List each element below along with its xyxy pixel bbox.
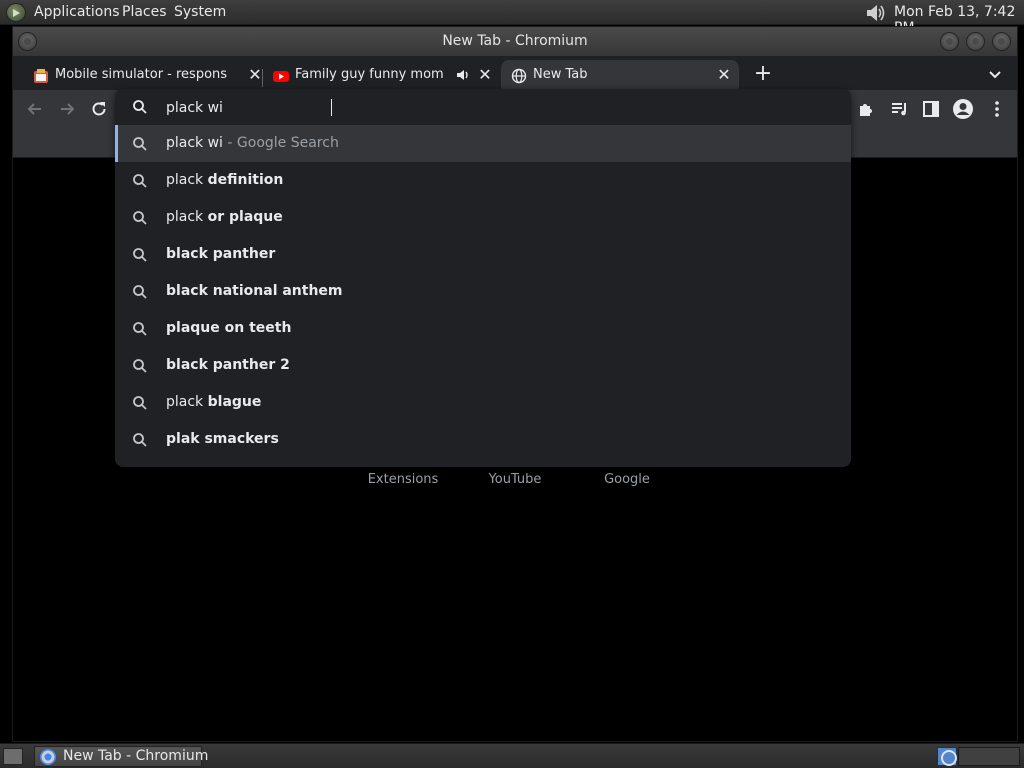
shortcut-google[interactable]: Google (577, 472, 677, 487)
search-icon (133, 396, 147, 410)
close-window-button[interactable] (992, 32, 1011, 51)
tab-title: Family guy funny moments (295, 67, 443, 82)
workspace-2[interactable] (958, 747, 1020, 766)
mobile-simulator-favicon (34, 69, 48, 83)
close-tab-icon[interactable]: ✕ (715, 66, 733, 84)
search-icon (133, 100, 147, 114)
suggestion-text: black national anthem (166, 283, 343, 299)
search-icon (133, 359, 147, 373)
taskbar-item-chromium[interactable]: New Tab - Chromium (34, 746, 208, 767)
chevron-down-icon[interactable] (985, 65, 1005, 85)
search-icon (133, 174, 147, 188)
menu-system[interactable]: System (174, 4, 226, 20)
media-controls-icon[interactable] (890, 99, 910, 119)
back-arrow-icon[interactable] (25, 99, 45, 119)
suggestion-item[interactable]: plaque on teeth (115, 310, 851, 347)
menu-applications[interactable]: Applications (34, 4, 120, 20)
close-tab-icon[interactable]: ✕ (476, 66, 494, 84)
reload-icon[interactable] (89, 99, 109, 119)
maximize-button[interactable] (966, 32, 985, 51)
audio-playing-icon[interactable] (456, 68, 470, 82)
suggestion-item[interactable]: plak smackers (115, 421, 851, 458)
omnibox-dropdown: plack wi - Google Search plack definition… (115, 89, 851, 467)
suggestion-text: plak smackers (166, 431, 279, 447)
show-desktop-button[interactable] (3, 748, 23, 765)
suggestion-item[interactable]: plack blague (115, 384, 851, 421)
chromium-icon (40, 749, 56, 765)
side-panel-icon[interactable] (921, 99, 941, 119)
tab-title: Mobile simulator - responsive (55, 67, 227, 82)
suggestion-item[interactable]: black panther (115, 236, 851, 273)
search-icon (133, 322, 147, 336)
suggestion-text: plaque on teeth (166, 320, 292, 336)
minimize-button[interactable] (940, 32, 959, 51)
search-icon (133, 433, 147, 447)
search-icon (133, 137, 147, 151)
text-caret (331, 99, 332, 116)
suggestion-text: plack or plaque (166, 209, 283, 225)
shortcut-extensions[interactable]: Extensions (353, 472, 453, 487)
window-menu-button[interactable] (18, 32, 37, 51)
window-titlebar[interactable]: New Tab - Chromium (13, 27, 1017, 56)
suggestion-item[interactable]: plack definition (115, 162, 851, 199)
taskbar-item-label: New Tab - Chromium (63, 748, 209, 764)
forward-arrow-icon[interactable] (57, 99, 77, 119)
search-icon (133, 248, 147, 262)
suggestion-text: black panther 2 (166, 357, 290, 373)
extensions-puzzle-icon[interactable] (857, 99, 877, 119)
tab-strip: Mobile simulator - responsive ✕ Family g… (13, 56, 1017, 90)
suggestion-text: black panther (166, 246, 276, 262)
workspace-1[interactable] (937, 747, 957, 766)
search-icon (133, 285, 147, 299)
window-title: New Tab - Chromium (442, 33, 588, 49)
suggestion-item[interactable]: plack wi - Google Search (115, 125, 851, 162)
suggestion-item[interactable]: black panther 2 (115, 347, 851, 384)
profile-avatar-icon[interactable] (952, 98, 974, 120)
omnibox[interactable] (115, 89, 851, 125)
volume-icon[interactable] (864, 3, 886, 23)
suggestion-text: plack blague (166, 394, 262, 410)
more-vertical-icon[interactable] (987, 99, 1007, 119)
selection-accent (115, 125, 118, 162)
gnome-foot-icon[interactable] (6, 3, 26, 22)
globe-icon (511, 68, 527, 84)
menu-places[interactable]: Places (122, 4, 167, 20)
search-icon (133, 211, 147, 225)
suggestion-item[interactable]: black national anthem (115, 273, 851, 310)
suggestion-text: plack definition (166, 172, 284, 188)
tab-title: New Tab (533, 67, 588, 82)
tab-mobile-simulator[interactable]: Mobile simulator - responsive ✕ (23, 60, 262, 90)
shortcut-youtube[interactable]: YouTube (465, 472, 565, 487)
suggestion-item[interactable]: plack or plaque (115, 199, 851, 236)
tab-new-tab[interactable]: New Tab ✕ (501, 60, 739, 90)
address-bar-input[interactable] (166, 98, 766, 118)
top-panel: Applications Places System Mon Feb 13, 7… (0, 0, 1024, 36)
youtube-favicon (273, 71, 289, 82)
suggestion-text: plack wi - Google Search (166, 135, 339, 151)
new-tab-button[interactable]: + (751, 63, 775, 87)
tab-family-guy[interactable]: Family guy funny moments ✕ (263, 60, 501, 90)
bottom-panel: New Tab - Chromium (0, 743, 1024, 768)
